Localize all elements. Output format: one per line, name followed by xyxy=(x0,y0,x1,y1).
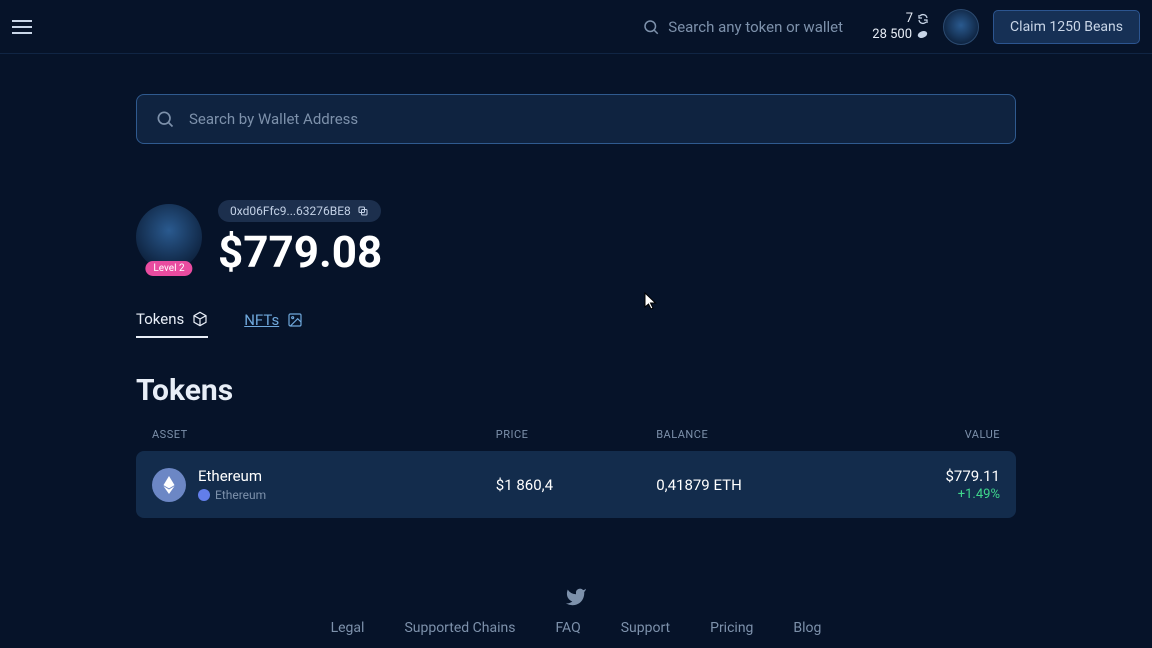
wallet-address-pill[interactable]: 0xd06Ffc9...63276BE8 xyxy=(218,200,381,222)
footer-link-pricing[interactable]: Pricing xyxy=(710,620,753,636)
footer-links: Legal Supported Chains FAQ Support Prici… xyxy=(331,620,822,636)
wallet-search[interactable] xyxy=(136,94,1016,144)
tabs: Tokens NFTs xyxy=(136,310,1016,339)
bean-icon xyxy=(916,28,929,41)
profile-header: Level 2 0xd06Ffc9...63276BE8 $779.08 xyxy=(136,200,1016,274)
twitter-icon[interactable] xyxy=(565,586,587,608)
stat-beans-value: 28 500 xyxy=(872,27,912,43)
ethereum-icon xyxy=(152,468,186,502)
footer-link-support[interactable]: Support xyxy=(621,620,670,636)
level-badge: Level 2 xyxy=(145,261,192,276)
image-icon xyxy=(287,312,303,328)
top-bar: 7 28 500 Claim 1250 Beans xyxy=(0,0,1152,54)
footer: Legal Supported Chains FAQ Support Prici… xyxy=(0,586,1152,636)
token-chain-label: Ethereum xyxy=(215,488,266,502)
main-content: Level 2 0xd06Ffc9...63276BE8 $779.08 Tok… xyxy=(136,54,1016,518)
portfolio-balance: $779.08 xyxy=(218,230,382,274)
user-stats: 7 28 500 xyxy=(872,11,929,42)
tab-tokens[interactable]: Tokens xyxy=(136,310,208,338)
footer-link-blog[interactable]: Blog xyxy=(793,620,821,636)
token-chain: Ethereum xyxy=(198,488,266,502)
chain-dot-icon xyxy=(198,489,210,501)
stat-streak-value: 7 xyxy=(906,11,913,27)
user-avatar[interactable] xyxy=(943,9,979,45)
col-asset: ASSET xyxy=(152,428,496,441)
wallet-search-input[interactable] xyxy=(189,110,997,128)
cube-icon xyxy=(192,311,208,327)
copy-icon[interactable] xyxy=(357,205,369,217)
col-balance: BALANCE xyxy=(656,428,862,441)
footer-link-faq[interactable]: FAQ xyxy=(555,620,580,636)
tab-nfts[interactable]: NFTs xyxy=(244,310,303,338)
col-value: VALUE xyxy=(862,428,1000,441)
token-value-amount: $779.11 xyxy=(862,467,1000,485)
token-value-change: +1.49% xyxy=(862,487,1000,502)
footer-link-legal[interactable]: Legal xyxy=(331,620,365,636)
top-search[interactable] xyxy=(642,18,858,36)
section-title: Tokens xyxy=(136,373,1016,408)
wallet-address-text: 0xd06Ffc9...63276BE8 xyxy=(230,204,351,218)
token-value: $779.11 +1.49% xyxy=(862,467,1000,502)
profile-avatar[interactable]: Level 2 xyxy=(136,204,202,270)
tab-nfts-label: NFTs xyxy=(244,311,279,329)
token-price: $1 860,4 xyxy=(496,476,656,494)
search-icon xyxy=(155,109,175,129)
refresh-icon xyxy=(917,13,929,25)
menu-button[interactable] xyxy=(12,20,32,34)
col-price: PRICE xyxy=(496,428,656,441)
token-balance: 0,41879 ETH xyxy=(656,476,862,494)
tab-tokens-label: Tokens xyxy=(136,310,184,328)
table-header: ASSET PRICE BALANCE VALUE xyxy=(136,408,1016,451)
token-name: Ethereum xyxy=(198,467,266,485)
asset-cell: Ethereum Ethereum xyxy=(152,467,496,502)
claim-button[interactable]: Claim 1250 Beans xyxy=(993,10,1140,44)
table-row[interactable]: Ethereum Ethereum $1 860,4 0,41879 ETH $… xyxy=(136,451,1016,518)
search-icon xyxy=(642,18,660,36)
footer-link-chains[interactable]: Supported Chains xyxy=(404,620,515,636)
top-search-input[interactable] xyxy=(668,18,858,36)
